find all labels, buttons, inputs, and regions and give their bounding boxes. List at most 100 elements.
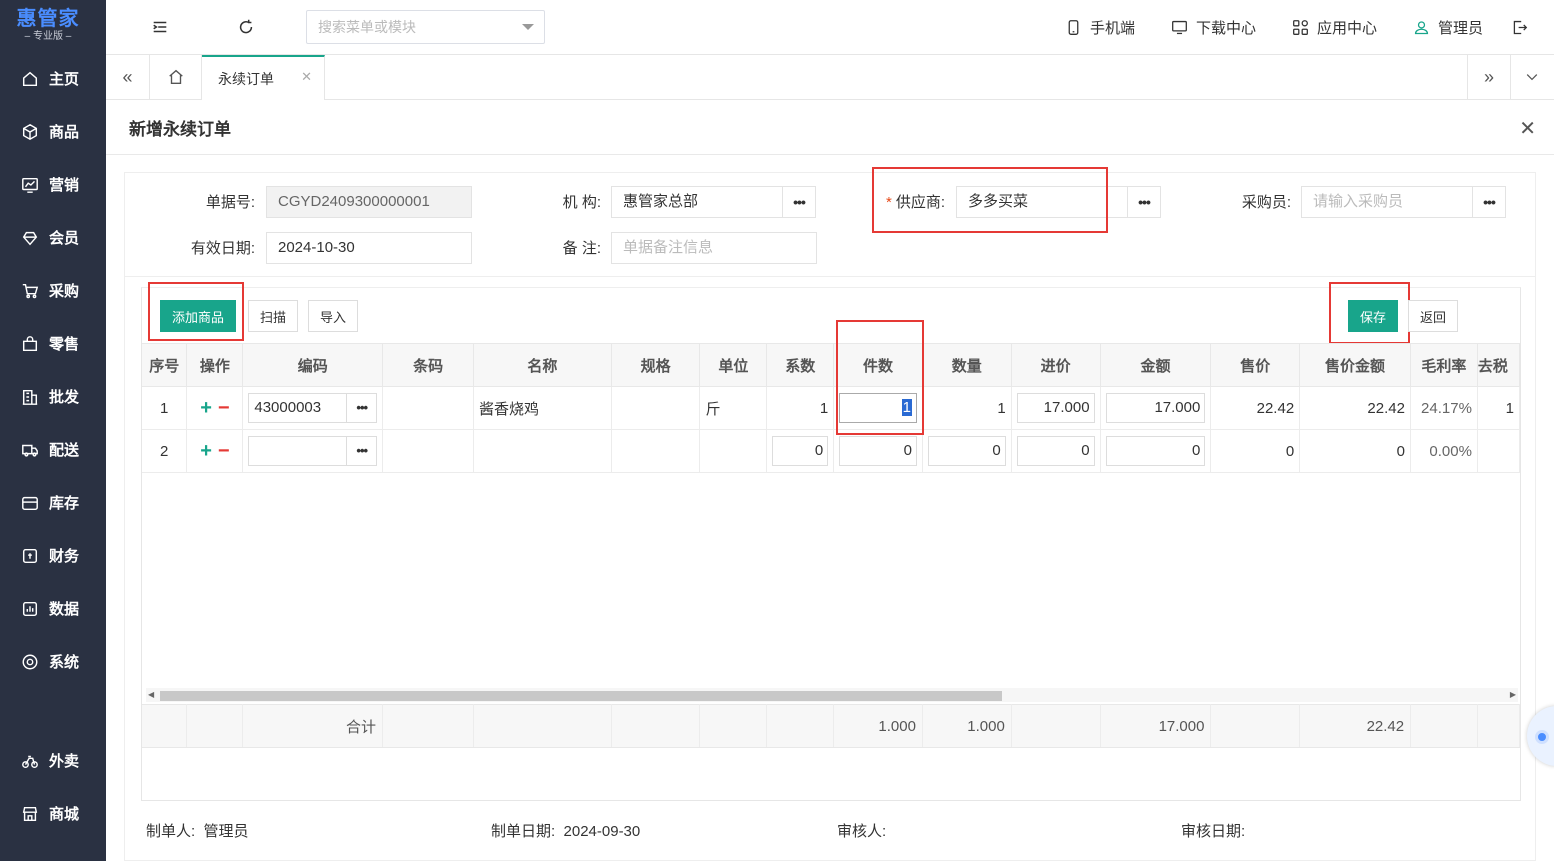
add-row-icon[interactable]: +: [200, 397, 212, 419]
buyer-label: 采购员:: [1241, 194, 1291, 211]
org-field[interactable]: 惠管家总部: [611, 186, 783, 218]
code-picker-button[interactable]: •••: [346, 394, 376, 422]
add-goods-button[interactable]: 添加商品: [160, 300, 236, 332]
amount-input[interactable]: 17.000: [1105, 393, 1206, 423]
qty-input[interactable]: 0: [927, 436, 1006, 466]
close-tab-icon[interactable]: ✕: [301, 69, 312, 85]
col-header: 系数: [766, 343, 835, 387]
bag-icon: [20, 334, 40, 354]
save-button[interactable]: 保存: [1348, 300, 1398, 332]
scrollbar-thumb[interactable]: [160, 691, 1002, 701]
scroll-right-icon[interactable]: ▶: [1510, 690, 1516, 699]
building-icon: [20, 387, 40, 407]
settings-icon: [20, 652, 40, 672]
logout-button[interactable]: [1511, 19, 1536, 36]
app-center-link[interactable]: 应用中心: [1292, 17, 1377, 38]
sidebar-item-wholesale[interactable]: 批发: [0, 370, 106, 423]
scroll-left-icon[interactable]: ◀: [148, 690, 154, 699]
horizontal-scrollbar[interactable]: ◀ ▶: [146, 688, 1518, 702]
logo: 惠管家 – 专业版 –: [0, 0, 106, 52]
row-actions: + −: [186, 386, 244, 430]
valid-date-field[interactable]: 2024-10-30: [266, 232, 472, 264]
table-header-row: 序号 操作 编码 条码 名称 规格 单位 系数 件数 数量 进价 金额 售价 售…: [142, 343, 1521, 387]
audit-date-info: 审核日期:: [1181, 823, 1246, 840]
table-row: 2 + − ••• 0 0 0 0 0 0 0 0.00%: [142, 429, 1521, 473]
sidebar-item-mall[interactable]: 商城: [0, 787, 106, 840]
home-icon: [20, 69, 40, 89]
col-header: 条码: [382, 343, 474, 387]
sidebar-item-takeout[interactable]: 外卖: [0, 734, 106, 787]
tab-scroll-right-icon[interactable]: »: [1467, 55, 1511, 99]
supplier-field[interactable]: 多多买菜: [956, 186, 1128, 218]
add-row-icon[interactable]: +: [200, 440, 212, 462]
remove-row-icon[interactable]: −: [218, 440, 230, 462]
menu-collapse-icon[interactable]: [149, 16, 171, 38]
scan-button[interactable]: 扫描: [248, 300, 298, 332]
refresh-icon[interactable]: [235, 16, 257, 38]
col-header: 件数: [833, 343, 923, 387]
sidebar-item-purchase[interactable]: 采购: [0, 264, 106, 317]
cart-icon: [20, 281, 40, 301]
monitor-icon: [1172, 20, 1187, 35]
remark-field[interactable]: 单据备注信息: [611, 232, 817, 264]
total-price-amount: 22.42: [1299, 704, 1412, 748]
sidebar-item-member[interactable]: 会员: [0, 211, 106, 264]
user-menu[interactable]: 管理员: [1413, 17, 1483, 38]
cost-input[interactable]: 17.000: [1016, 393, 1095, 423]
sidebar-item-finance[interactable]: 财务: [0, 529, 106, 582]
remark-label: 备 注:: [562, 240, 601, 257]
sidebar-item-retail[interactable]: 零售: [0, 317, 106, 370]
amount-input[interactable]: 0: [1105, 436, 1206, 466]
download-center-link[interactable]: 下载中心: [1171, 17, 1256, 38]
mobile-link[interactable]: 手机端: [1065, 17, 1135, 38]
finance-icon: [20, 546, 40, 566]
buyer-picker-button[interactable]: •••: [1472, 186, 1506, 218]
back-button[interactable]: 返回: [1408, 300, 1458, 332]
close-icon[interactable]: ✕: [1519, 116, 1536, 141]
col-header: 规格: [611, 343, 701, 387]
remove-row-icon[interactable]: −: [218, 397, 230, 419]
total-qty: 1.000: [922, 704, 1012, 748]
org-picker-button[interactable]: •••: [782, 186, 816, 218]
supplier-label: * 供应商:: [885, 194, 945, 211]
col-header: 售价: [1210, 343, 1301, 387]
tab-scroll-left-icon[interactable]: «: [106, 55, 150, 99]
tab-menu-chevron-icon[interactable]: [1510, 55, 1554, 99]
sidebar-item-delivery[interactable]: 配送: [0, 423, 106, 476]
table-row: 1 + − 43000003 ••• 酱香烧鸡 斤 1 1 1 17.000 17.…: [142, 386, 1521, 430]
sidebar-item-goods[interactable]: 商品: [0, 105, 106, 158]
col-header: 操作: [186, 343, 244, 387]
sidebar-item-system[interactable]: 系统: [0, 635, 106, 688]
code-picker-button[interactable]: •••: [346, 437, 376, 465]
order-panel: 新增永续订单 ✕ 单据号: CGYD2409300000001 机 构: 惠管家…: [106, 100, 1554, 861]
col-header: 数量: [922, 343, 1012, 387]
user-icon: [1414, 21, 1429, 35]
logo-edition: – 专业版 –: [24, 31, 72, 42]
sidebar-item-inventory[interactable]: 库存: [0, 476, 106, 529]
tab-perpetual-order[interactable]: 永续订单 ✕: [202, 55, 325, 100]
factor-input[interactable]: 0: [772, 436, 829, 466]
import-button[interactable]: 导入: [308, 300, 358, 332]
mobile-icon: [1068, 20, 1079, 35]
col-header: 毛利率: [1410, 343, 1478, 387]
sidebar-item-home[interactable]: 主页: [0, 52, 106, 105]
col-header: 金额: [1100, 343, 1212, 387]
buyer-field[interactable]: 请输入采购员: [1301, 186, 1473, 218]
goods-table: 序号 操作 编码 条码 名称 规格 单位 系数 件数 数量 进价 金额 售价 售…: [142, 343, 1521, 473]
supplier-picker-button[interactable]: •••: [1127, 186, 1161, 218]
search-input[interactable]: 搜索菜单或模块: [306, 10, 545, 44]
cost-input[interactable]: 0: [1016, 436, 1095, 466]
warehouse-icon: [20, 493, 40, 513]
total-amount: 17.000: [1100, 704, 1212, 748]
pieces-input[interactable]: 1: [839, 393, 917, 423]
logo-brand: 惠管家: [16, 8, 80, 30]
topbar: 搜索菜单或模块 手机端 下载中心 应用中心 管理员: [106, 0, 1554, 55]
code-input[interactable]: 43000003 •••: [248, 393, 378, 423]
pieces-input[interactable]: 0: [839, 436, 917, 466]
sidebar-item-data[interactable]: 数据: [0, 582, 106, 635]
code-input[interactable]: •••: [248, 436, 378, 466]
tab-home[interactable]: [150, 55, 202, 99]
valid-date-label: 有效日期:: [190, 240, 255, 257]
sidebar-item-marketing[interactable]: 营销: [0, 158, 106, 211]
col-header: 序号: [142, 343, 188, 387]
